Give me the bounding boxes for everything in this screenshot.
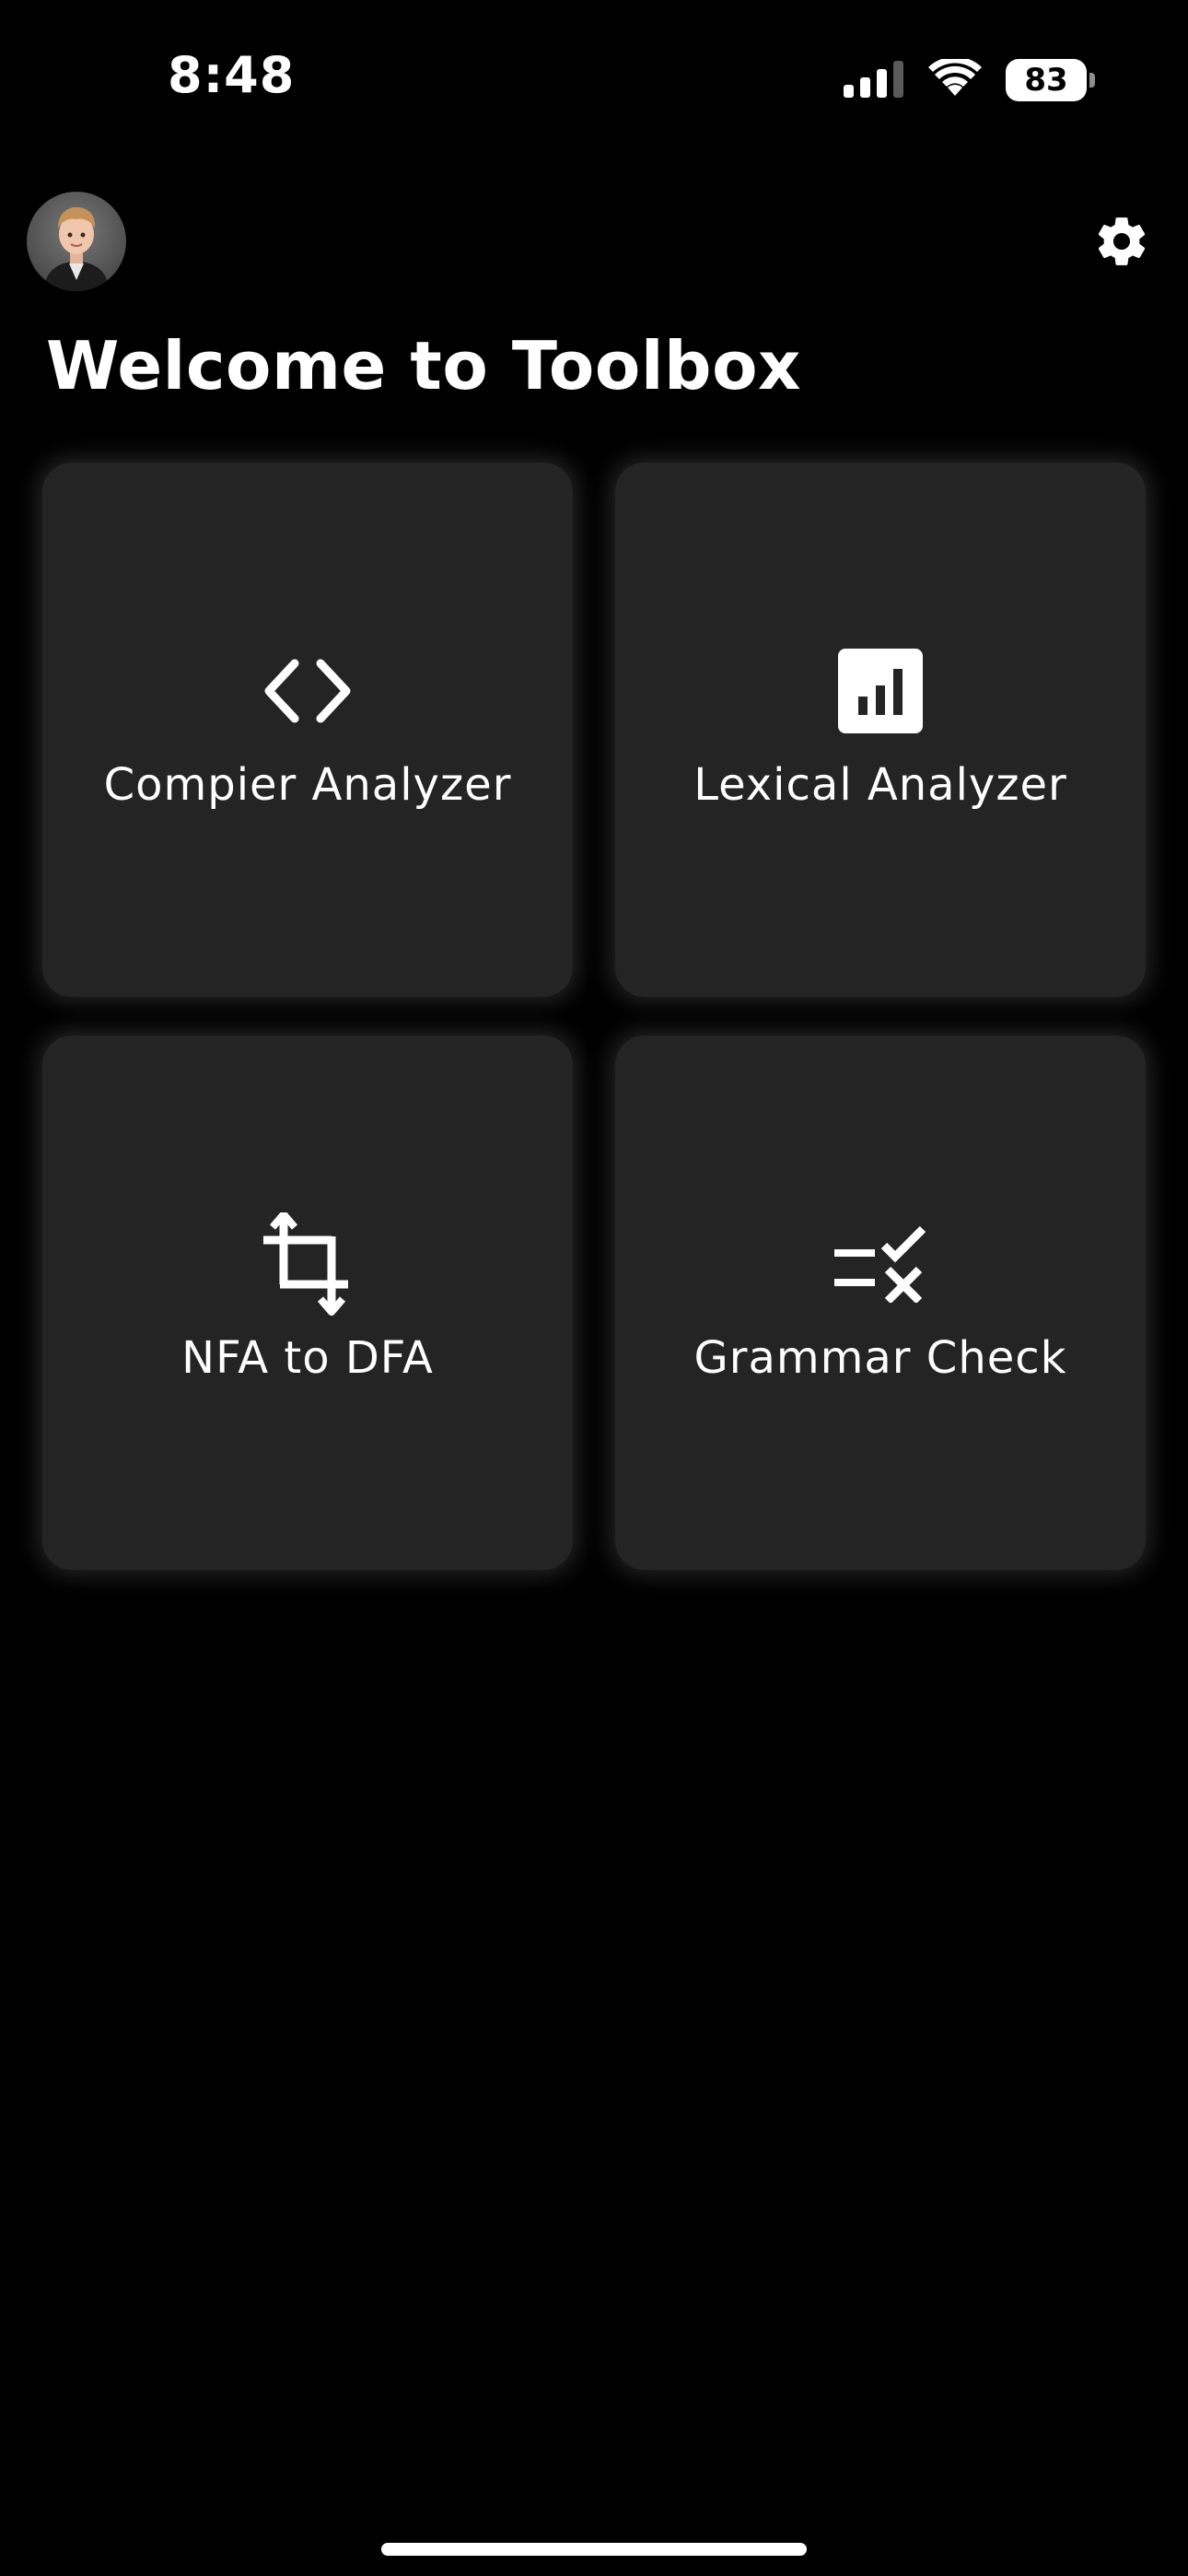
status-bar: 8:48 83 [0,0,1188,157]
status-time: 8:48 [168,46,296,104]
rule-check-icon [833,1216,928,1312]
battery-level: 83 [1024,62,1068,99]
tool-label: NFA to DFA [181,1332,434,1384]
tool-label: Grammar Check [693,1332,1067,1384]
tool-card-lexical-analyzer[interactable]: Lexical Analyzer [615,463,1146,997]
tool-card-nfa-to-dfa[interactable]: NFA to DFA [42,1036,573,1570]
page-title: Welcome to Toolbox [46,327,801,404]
tool-card-compier-analyzer[interactable]: Compier Analyzer [42,463,573,997]
settings-button[interactable] [1090,210,1153,273]
tool-label: Compier Analyzer [103,759,512,811]
wifi-icon [928,55,982,102]
bar-chart-icon [833,643,928,739]
memoji-avatar-icon [43,206,110,291]
status-icons: 83 [844,55,1095,103]
tool-card-grammar-check[interactable]: Grammar Check [615,1036,1146,1570]
cellular-signal-icon [844,59,904,102]
tool-label: Lexical Analyzer [693,759,1067,811]
avatar[interactable] [27,192,126,291]
home-indicator[interactable] [381,2543,807,2556]
crop-rotate-icon [260,1212,355,1316]
battery-icon: 83 [1006,59,1095,101]
code-brackets-icon [260,643,355,739]
tool-grid: Compier Analyzer Lexical Analyzer NFA to… [42,463,1146,1570]
gear-icon [1098,217,1146,265]
